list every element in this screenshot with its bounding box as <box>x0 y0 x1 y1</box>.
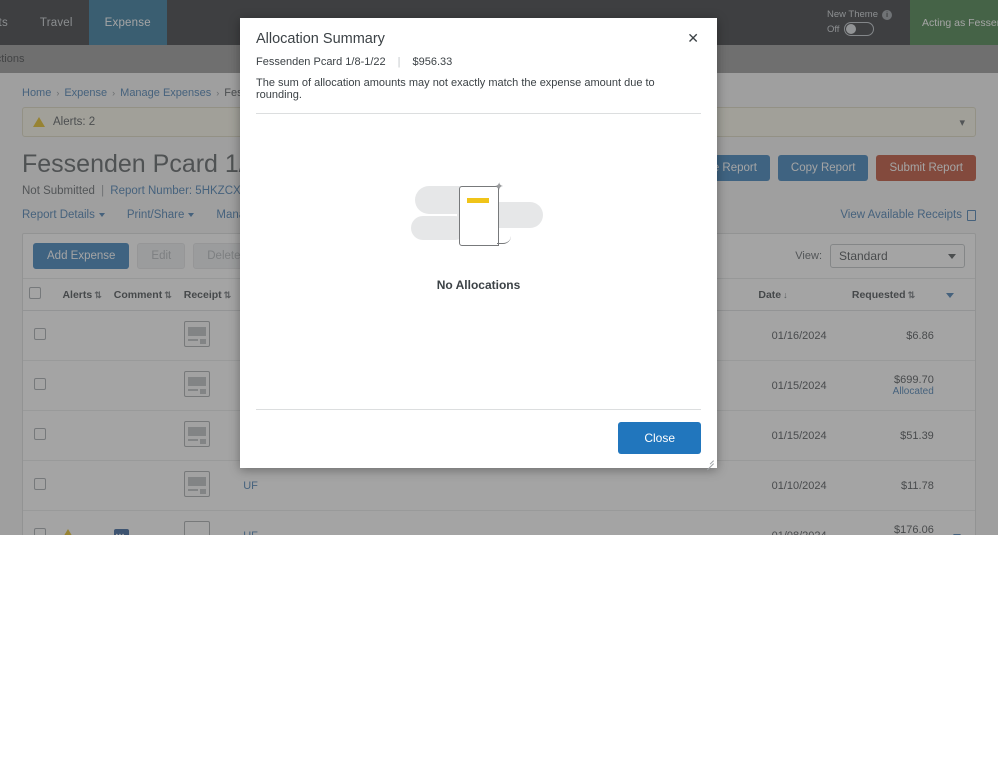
modal-footer: Close <box>256 409 701 454</box>
modal-amount: $956.33 <box>412 56 453 68</box>
modal-subheader-divider: | <box>397 56 401 68</box>
modal-title: Allocation Summary <box>256 31 385 47</box>
document-fold <box>496 230 511 244</box>
sparkle-icon: ✦ <box>494 181 504 193</box>
close-button[interactable]: Close <box>618 422 701 454</box>
close-icon[interactable]: ✕ <box>685 31 701 45</box>
modal-footer-wrap: Close <box>240 409 717 471</box>
app-root: ests Travel Expense New Theme i Off <box>0 0 998 771</box>
no-allocations-illustration: ✦ <box>409 172 549 262</box>
modal-title-row: Allocation Summary ✕ <box>256 31 701 47</box>
modal-subheader: Fessenden Pcard 1/8-1/22 | $956.33 <box>256 56 701 68</box>
document-highlight-line <box>466 198 489 203</box>
no-allocations-text: No Allocations <box>436 278 521 292</box>
modal-note: The sum of allocation amounts may not ex… <box>256 77 701 114</box>
modal-report-name: Fessenden Pcard 1/8-1/22 <box>256 56 386 68</box>
allocation-summary-modal: Allocation Summary ✕ Fessenden Pcard 1/8… <box>240 18 717 471</box>
modal-body: ✦ No Allocations <box>240 114 717 409</box>
document-icon <box>458 186 499 246</box>
modal-header: Allocation Summary ✕ Fessenden Pcard 1/8… <box>240 18 717 114</box>
resize-handle[interactable] <box>705 456 714 471</box>
